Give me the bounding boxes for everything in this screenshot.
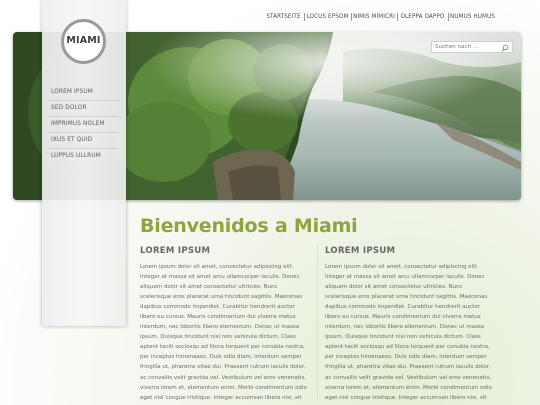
nav-item-oleppa-oappo[interactable]: OLEPPA OAPPO xyxy=(399,10,446,24)
nav-item-locus-epsom[interactable]: LOCUS EPSOM xyxy=(306,10,349,24)
sidebar-item-lorem-ipsum[interactable]: LOREM IPSUM xyxy=(42,85,126,99)
nav-item-nimis-mimicri[interactable]: NIMIS MIMICRI xyxy=(353,10,395,24)
logo[interactable]: MIAMI xyxy=(61,19,106,64)
sidebar-item-imprimus-nolem[interactable]: IMPRIMUS NOLEM xyxy=(42,117,126,131)
nav-item-startseite[interactable]: STARTSEITE xyxy=(266,10,301,24)
search-icon[interactable] xyxy=(501,44,509,52)
nav-separator xyxy=(351,13,352,21)
sidebar-item-sed-dolor[interactable]: SED DOLOR xyxy=(42,101,126,115)
nav-separator xyxy=(304,13,305,21)
sidebar-item-ixus-et-quid[interactable]: IXUS ET QUID xyxy=(42,133,126,147)
column-text-right: Lorem ipsum dolor sit amet, consectetur … xyxy=(325,264,492,400)
sidebar-item-luppus-ullrum[interactable]: LUPPUS ULLRUM xyxy=(42,149,126,163)
nav-separator xyxy=(397,13,398,21)
column-title-right: LOREM IPSUM xyxy=(325,246,396,256)
page-title: Bienvenidos a Miami xyxy=(140,215,358,237)
column-text-left: Lorem ipsum dolor sit amet, consectetur … xyxy=(140,264,307,400)
column-title-left: LOREM IPSUM xyxy=(140,246,211,256)
search-placeholder: Suchen nach ... xyxy=(435,44,479,50)
search-input[interactable]: Suchen nach ... xyxy=(431,41,513,53)
column-divider xyxy=(317,244,318,400)
nav-item-numus-humus[interactable]: NUMUS HUMUS xyxy=(450,10,495,24)
nav-separator xyxy=(448,13,449,21)
logo-text: MIAMI xyxy=(66,35,101,46)
